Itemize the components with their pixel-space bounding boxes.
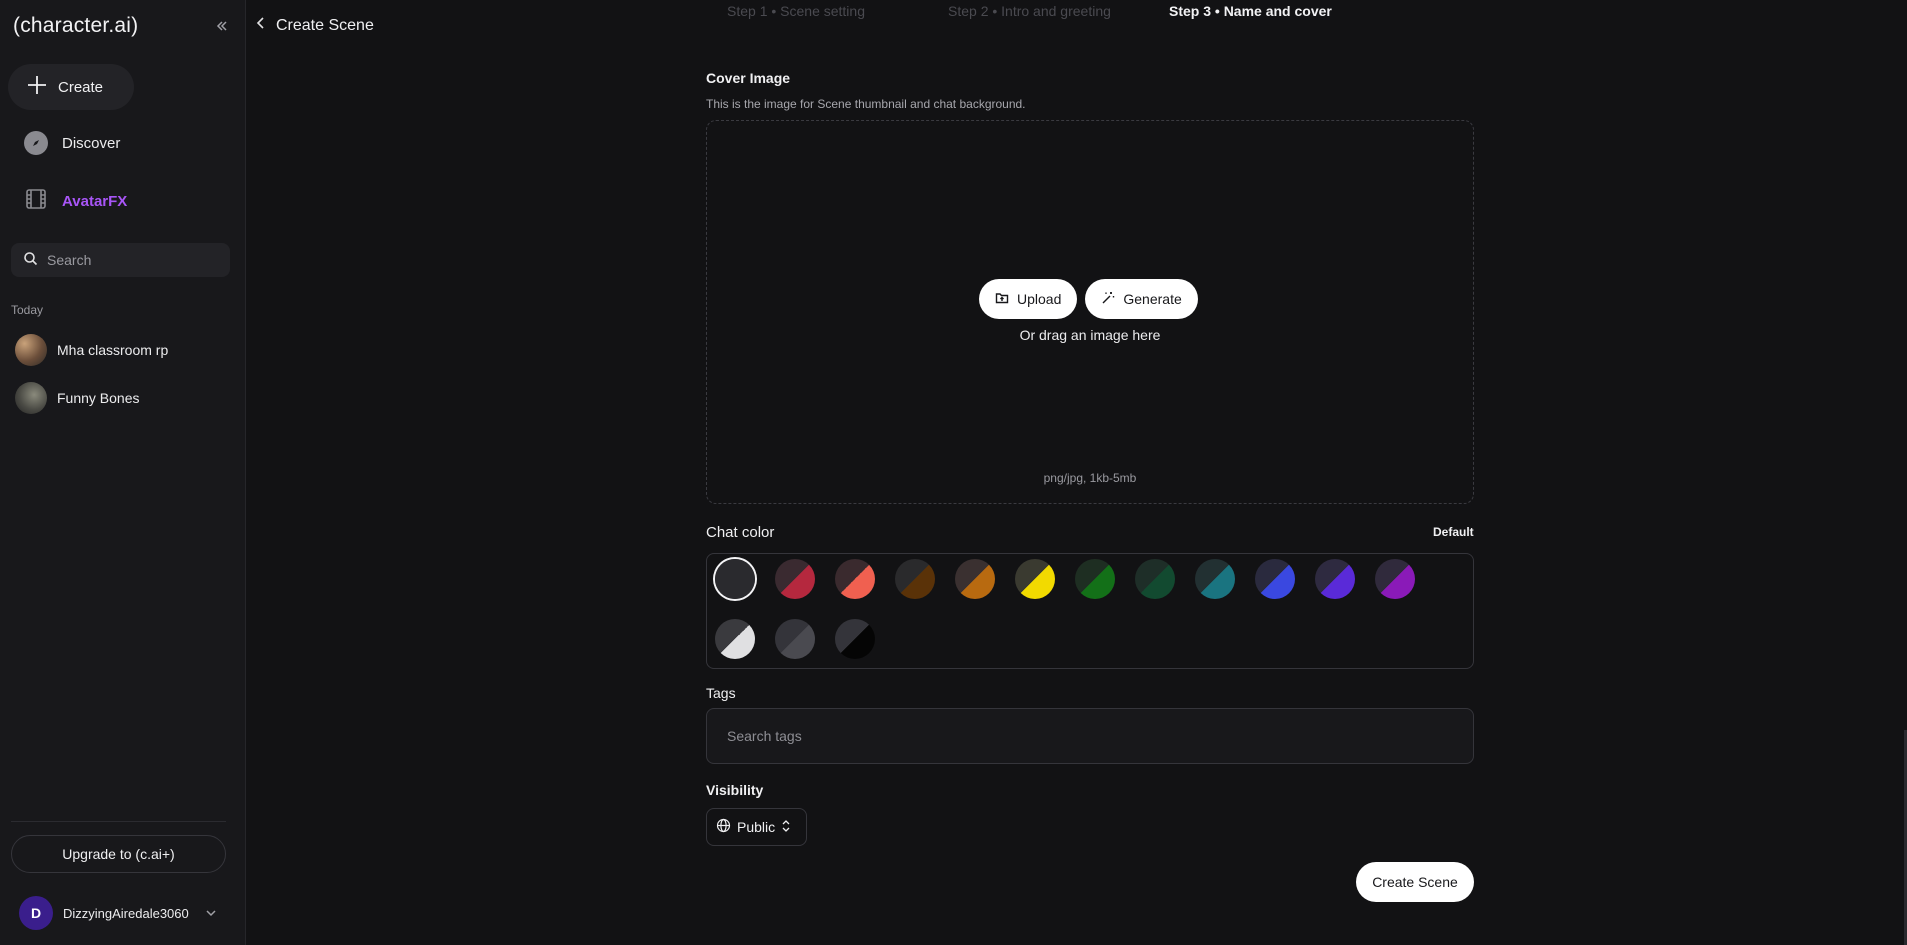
chevron-down-icon[interactable]: [205, 906, 217, 924]
nav-discover[interactable]: Discover: [24, 131, 120, 155]
chat-color-swatch[interactable]: [1375, 559, 1415, 599]
cover-image-dropzone[interactable]: Upload Generate Or drag an image here pn…: [706, 120, 1474, 504]
chevron-updown-icon: [781, 819, 791, 836]
default-color-button[interactable]: Default: [1433, 525, 1474, 539]
upgrade-button[interactable]: Upgrade to (c.ai+): [11, 835, 226, 873]
upload-label: Upload: [1017, 291, 1062, 307]
chat-color-swatch[interactable]: [775, 619, 815, 659]
chat-color-swatch[interactable]: [895, 559, 935, 599]
user-avatar: D: [19, 896, 53, 930]
chat-avatar: [15, 334, 47, 366]
create-scene-button[interactable]: Create Scene: [1356, 862, 1474, 902]
search-placeholder: Search: [47, 252, 92, 268]
film-icon: [24, 187, 48, 215]
drag-hint: Or drag an image here: [1019, 327, 1161, 343]
visibility-value: Public: [737, 819, 776, 835]
plus-icon: [26, 74, 48, 100]
nav-avatarfx-label: AvatarFX: [62, 192, 128, 210]
chat-color-swatch[interactable]: [1315, 559, 1355, 599]
chat-color-swatch[interactable]: [1075, 559, 1115, 599]
upload-button[interactable]: Upload: [979, 279, 1078, 319]
chat-item[interactable]: Funny Bones: [15, 382, 140, 414]
page-title: Create Scene: [276, 16, 374, 34]
collapse-sidebar-icon[interactable]: [212, 16, 232, 36]
cover-image-description: This is the image for Scene thumbnail an…: [706, 97, 1026, 111]
magic-wand-icon: [1101, 291, 1115, 308]
back-button[interactable]: Create Scene: [256, 16, 374, 35]
chat-color-swatch[interactable]: [1015, 559, 1055, 599]
create-button[interactable]: Create: [8, 64, 134, 110]
chat-color-swatch[interactable]: [835, 559, 875, 599]
visibility-select[interactable]: Public: [706, 808, 807, 846]
chat-name: Mha classroom rp: [57, 342, 169, 358]
nav-avatarfx[interactable]: AvatarFX: [24, 187, 127, 215]
search-icon: [23, 251, 38, 269]
chat-item[interactable]: Mha classroom rp: [15, 334, 168, 366]
create-label: Create: [58, 78, 104, 96]
generate-button[interactable]: Generate: [1085, 279, 1198, 319]
chat-color-swatch[interactable]: [715, 619, 755, 659]
sidebar-divider: [11, 821, 226, 822]
generate-label: Generate: [1123, 291, 1182, 307]
globe-icon: [716, 818, 731, 836]
sidebar: (character.ai) Create Discover AvatarFX …: [0, 0, 246, 945]
app-logo[interactable]: (character.ai): [13, 14, 138, 38]
chat-color-swatch[interactable]: [775, 559, 815, 599]
compass-icon: [24, 131, 48, 155]
tags-title: Tags: [706, 685, 736, 701]
section-today-label: Today: [11, 303, 44, 317]
chat-color-picker: [706, 553, 1474, 669]
step-3-tab[interactable]: Step 3 • Name and cover: [1169, 3, 1332, 19]
cover-image-title: Cover Image: [706, 70, 791, 86]
step-1-tab[interactable]: Step 1 • Scene setting: [727, 3, 865, 19]
chat-color-swatch[interactable]: [835, 619, 875, 659]
tags-search-input[interactable]: [706, 708, 1474, 764]
file-format-hint: png/jpg, 1kb-5mb: [1043, 471, 1137, 485]
chevron-left-icon: [256, 16, 266, 35]
chat-color-swatch[interactable]: [1195, 559, 1235, 599]
username: DizzyingAiredale3060: [63, 905, 189, 921]
visibility-title: Visibility: [706, 782, 764, 798]
chat-avatar: [15, 382, 47, 414]
sidebar-search-input[interactable]: Search: [11, 243, 230, 277]
chat-color-swatch[interactable]: [955, 559, 995, 599]
nav-discover-label: Discover: [62, 134, 121, 152]
user-menu[interactable]: D DizzyingAiredale3060: [19, 896, 219, 930]
chat-color-title: Chat color: [706, 524, 775, 541]
step-2-tab[interactable]: Step 2 • Intro and greeting: [948, 3, 1111, 19]
chat-name: Funny Bones: [57, 390, 140, 406]
folder-upload-icon: [995, 291, 1009, 308]
chat-color-swatch[interactable]: [715, 559, 755, 599]
chat-color-swatch[interactable]: [1255, 559, 1295, 599]
chat-color-swatch[interactable]: [1135, 559, 1175, 599]
